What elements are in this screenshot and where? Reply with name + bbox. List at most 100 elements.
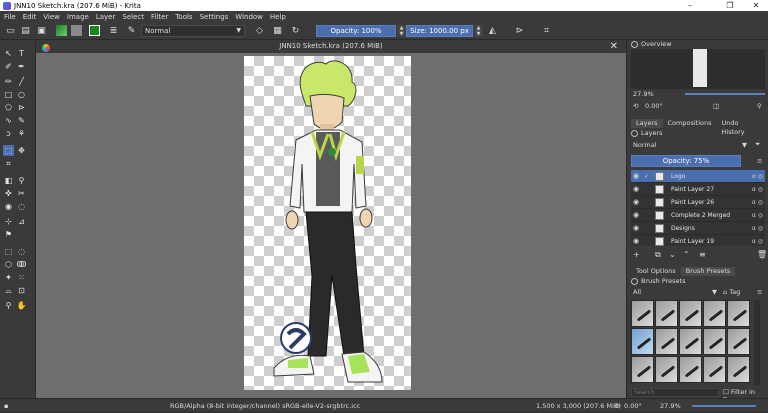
visibility-eye-icon[interactable]: ◉ <box>633 183 639 196</box>
opacity-slider[interactable]: Opacity: 100% <box>316 25 396 37</box>
layer-menu-icon[interactable]: ≡ <box>757 157 762 165</box>
menu-file[interactable]: File <box>4 13 16 21</box>
brush-preset-tile-selected[interactable] <box>631 328 654 355</box>
presets-scrollbar[interactable] <box>754 300 760 385</box>
layer-opacity-slider[interactable]: Opacity: 75% <box>631 155 741 167</box>
move-tool-icon[interactable]: ✥ <box>16 145 27 156</box>
menu-select[interactable]: Select <box>122 13 144 21</box>
layer-row[interactable]: ◉ Designs α ◎ <box>631 222 765 235</box>
layer-flags-icon[interactable]: α ◎ <box>752 183 763 196</box>
layer-flags-icon[interactable]: α ◎ <box>752 196 763 209</box>
preset-search-input[interactable] <box>631 388 719 397</box>
visibility-eye-icon[interactable]: ◉ <box>633 196 639 209</box>
layer-row[interactable]: ◉ Paint Layer 26 α ◎ <box>631 196 765 209</box>
document-tab[interactable]: JNN10 Sketch.kra (207.6 MiB) ✕ <box>36 40 626 53</box>
tab-undo-history[interactable]: Undo History <box>717 119 768 128</box>
fill-tool-icon[interactable]: ◉ <box>3 201 14 212</box>
brush-preset-tile[interactable] <box>631 300 654 327</box>
save-icon[interactable]: ▣ <box>36 25 47 36</box>
close-document-button[interactable]: ✕ <box>610 40 618 53</box>
polygonal-selection-tool-icon[interactable]: ⬡ <box>3 259 14 270</box>
magnetic-selection-tool-icon[interactable]: ⊡ <box>16 285 27 296</box>
delete-layer-icon[interactable]: 🗑 <box>757 250 767 260</box>
menu-layer[interactable]: Layer <box>96 13 116 21</box>
brush-editor-icon[interactable]: ≣ <box>108 25 119 36</box>
polyline-tool-icon[interactable]: ⊳ <box>16 102 27 113</box>
status-zoom-value[interactable]: 27.9% <box>660 399 681 413</box>
blend-mode-select[interactable]: Normal ▼ <box>141 25 245 37</box>
dynamic-brush-tool-icon[interactable]: ↄ <box>3 128 14 139</box>
docker-float-icon[interactable] <box>631 41 638 48</box>
tab-layers[interactable]: Layers <box>631 119 663 128</box>
status-rotate-icon[interactable]: ⟲ <box>614 399 619 413</box>
calligraphy-tool-icon[interactable]: ✒ <box>16 61 27 72</box>
eraser-mode-icon[interactable]: ◇ <box>254 25 265 36</box>
brush-preset-icon[interactable]: ✎ <box>126 25 137 36</box>
ellipse-tool-icon[interactable]: ○ <box>16 89 27 100</box>
color-sampler-tool-icon[interactable]: ⚲ <box>16 175 27 186</box>
maximize-button[interactable]: ❐ <box>718 0 742 11</box>
layer-filter-icon[interactable]: ⏷ <box>755 140 760 149</box>
gradient-swatch-icon[interactable] <box>56 25 67 36</box>
tab-brush-presets[interactable]: Brush Presets <box>681 267 735 276</box>
overview-zoom-value[interactable]: 27.9% <box>633 90 654 98</box>
menu-filter[interactable]: Filter <box>151 13 168 21</box>
add-layer-icon[interactable]: + <box>633 250 640 260</box>
enclose-fill-tool-icon[interactable]: ◌ <box>16 201 27 212</box>
mirror-horizontal-icon[interactable]: ◭ <box>487 25 498 36</box>
brush-preset-tile[interactable] <box>655 328 678 355</box>
zoom-slider[interactable] <box>685 93 765 95</box>
layer-properties-icon[interactable]: ≡ <box>699 250 706 260</box>
rectangle-tool-icon[interactable]: □ <box>3 89 14 100</box>
brush-preset-tile[interactable] <box>679 328 702 355</box>
menu-tools[interactable]: Tools <box>175 13 192 21</box>
move-layer-down-icon[interactable]: ⌄ <box>669 250 676 260</box>
preserve-alpha-icon[interactable]: ▦ <box>272 25 283 36</box>
multibrush-tool-icon[interactable]: ⚘ <box>16 128 27 139</box>
visibility-eye-icon[interactable]: ◉ <box>633 170 639 183</box>
menu-window[interactable]: Window <box>235 13 263 21</box>
select-shapes-tool-icon[interactable]: ↖ <box>3 48 14 59</box>
foreground-color-swatch[interactable] <box>89 25 100 36</box>
brush-preset-tile[interactable] <box>655 356 678 383</box>
menu-edit[interactable]: Edit <box>23 13 37 21</box>
overview-thumbnail[interactable] <box>631 49 765 89</box>
text-tool-icon[interactable]: T <box>16 48 27 59</box>
pin-icon[interactable]: ⚲ <box>757 102 762 110</box>
layer-blend-mode-select[interactable]: Normal ▼ <box>631 140 749 150</box>
measure-tool-icon[interactable]: ⊿ <box>16 216 27 227</box>
contiguous-selection-tool-icon[interactable]: ✦ <box>3 272 14 283</box>
brush-preset-tile[interactable] <box>703 300 726 327</box>
status-brush-icon[interactable]: ▪ <box>4 399 8 413</box>
tag-button[interactable]: ⌂ Tag <box>723 288 740 296</box>
pattern-swatch-icon[interactable] <box>71 25 82 36</box>
overview-rotation-value[interactable]: 0.00° <box>645 102 663 110</box>
brush-preset-tile[interactable] <box>631 356 654 383</box>
menu-image[interactable]: Image <box>67 13 89 21</box>
tab-compositions[interactable]: Compositions <box>663 119 717 128</box>
size-spin-buttons[interactable]: ▲▼ <box>474 25 483 37</box>
preset-filter-select[interactable]: All ▼ <box>631 288 719 297</box>
brush-preset-tile[interactable] <box>655 300 678 327</box>
edit-shapes-tool-icon[interactable]: ✐ <box>3 61 14 72</box>
tab-tool-options[interactable]: Tool Options <box>631 267 681 276</box>
docker-float-icon[interactable] <box>631 278 638 285</box>
open-document-icon[interactable]: ▤ <box>20 25 31 36</box>
pan-tool-icon[interactable]: ✋ <box>16 300 27 311</box>
brush-preset-tile[interactable] <box>703 328 726 355</box>
status-rotation-value[interactable]: 0.00° <box>624 399 642 413</box>
opacity-spin-buttons[interactable]: ▲▼ <box>397 25 406 37</box>
move-layer-up-icon[interactable]: ⌃ <box>683 250 690 260</box>
transform-tool-icon[interactable]: ⬚ <box>3 145 14 156</box>
visibility-eye-icon[interactable]: ◉ <box>633 235 639 246</box>
smart-patch-tool-icon[interactable]: ✂ <box>16 188 27 199</box>
brush-preset-tile[interactable] <box>727 356 750 383</box>
layer-flags-icon[interactable]: α ◎ <box>752 222 763 235</box>
drawing-canvas[interactable] <box>244 56 411 390</box>
menu-settings[interactable]: Settings <box>200 13 229 21</box>
new-document-icon[interactable]: ▭ <box>5 25 16 36</box>
reload-preset-icon[interactable]: ↻ <box>290 25 301 36</box>
minimize-button[interactable]: – <box>678 0 702 11</box>
brush-preset-tile[interactable] <box>679 356 702 383</box>
polygon-tool-icon[interactable]: ⬠ <box>3 102 14 113</box>
